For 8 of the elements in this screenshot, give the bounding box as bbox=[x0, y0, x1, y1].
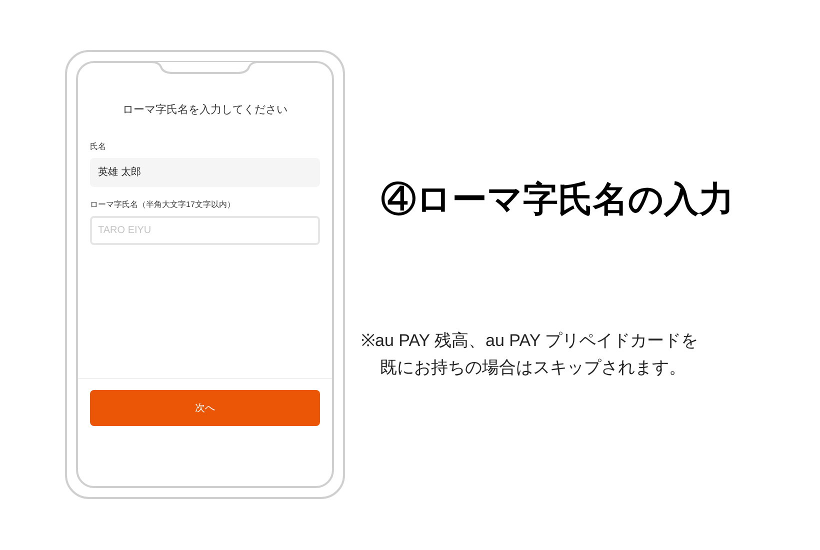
screen-heading: ローマ字氏名を入力してください bbox=[122, 102, 288, 118]
input-field[interactable]: 英雄 太郎 bbox=[90, 158, 320, 186]
page-title: ④ローマ字氏名の入力 bbox=[381, 179, 734, 221]
next-button[interactable]: 次へ bbox=[90, 390, 320, 426]
field-label: 氏名 bbox=[90, 140, 107, 152]
note-text: ※au PAY 残高、au PAY プリペイドカードを 既にお持ちの場合はスキップされます。 bbox=[361, 330, 700, 379]
input-field[interactable]: TARO EIYU bbox=[90, 216, 320, 244]
field-label: ローマ字氏名（半角大文字17文字以内） bbox=[90, 198, 236, 210]
